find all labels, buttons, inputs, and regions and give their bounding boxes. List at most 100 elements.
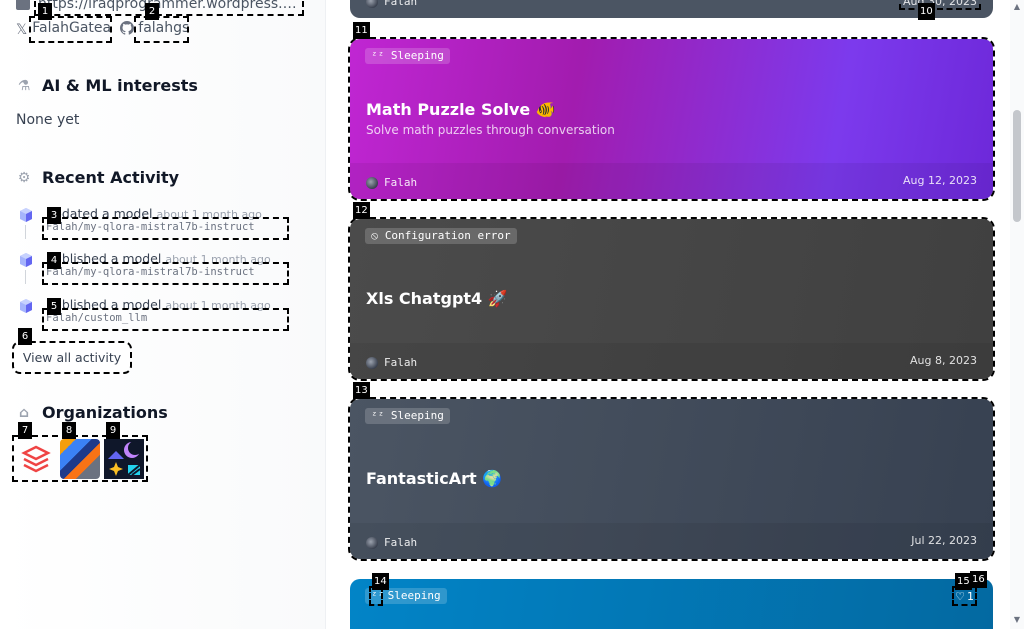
space-author-name: Falah xyxy=(384,176,418,189)
marker-1: 1 xyxy=(38,3,52,20)
marker-4: 4 xyxy=(47,252,61,269)
x-twitter-icon: 𝕏 xyxy=(16,21,28,38)
organizations-heading: ⌂ Organizations xyxy=(16,403,168,422)
scroll-thumb[interactable] xyxy=(1013,110,1021,222)
timeline-line xyxy=(25,225,26,239)
marker-13: 13 xyxy=(353,382,370,399)
profile-sidebar: https://iraqprogrammer.wordpress.com 1 2… xyxy=(0,0,326,629)
space-title: Xls Chatgpt4 🚀 xyxy=(366,289,508,308)
space-description: Solve math puzzles through conversation xyxy=(366,123,615,137)
activity-heading: ⚙ Recent Activity xyxy=(16,168,179,187)
space-author: Falah xyxy=(366,356,417,369)
space-author-name: Falah xyxy=(384,0,418,8)
space-footer xyxy=(350,343,993,379)
space-card[interactable]: ᶻᶻ Sleeping ♡ 1 xyxy=(350,579,993,629)
marker-9: 9 xyxy=(106,422,120,439)
sleeping-icon: ᶻᶻ xyxy=(369,586,385,606)
like-button[interactable]: ♡ 1 xyxy=(952,586,977,606)
building-icon: ⌂ xyxy=(18,404,30,421)
marker-7: 7 xyxy=(18,422,32,439)
space-title-text: Xls Chatgpt4 xyxy=(366,289,483,308)
space-author: Falah xyxy=(366,536,417,549)
org-avatar-night[interactable] xyxy=(102,437,146,480)
space-title: Math Puzzle Solve 🐠 xyxy=(366,100,556,119)
space-card[interactable]: ᶻᶻ Sleeping FantasticArt 🌍 Falah Jul 22,… xyxy=(348,397,995,561)
pixel-art-logo-icon xyxy=(60,438,100,479)
sleeping-icon: ᶻᶻ xyxy=(371,49,385,62)
scroll-down-icon[interactable]: ▼ xyxy=(1012,615,1022,625)
model-cube-icon xyxy=(20,299,32,313)
space-author: Falah xyxy=(366,176,417,189)
github-link[interactable]: falahgs xyxy=(134,16,189,43)
space-card[interactable]: ⦸ Configuration error Xls Chatgpt4 🚀 Fal… xyxy=(348,217,995,381)
space-author-name: Falah xyxy=(384,536,418,549)
space-emoji: 🌍 xyxy=(482,469,503,488)
space-status-text: Sleeping xyxy=(390,49,444,62)
interests-text: None yet xyxy=(16,112,80,128)
night-sky-logo-icon xyxy=(104,438,144,479)
space-date: Aug 12, 2023 xyxy=(903,174,977,187)
marker-2: 2 xyxy=(145,3,159,20)
author-avatar xyxy=(366,536,378,549)
view-all-activity-button[interactable]: View all activity xyxy=(12,341,132,374)
globe-icon xyxy=(16,0,30,10)
author-avatar xyxy=(366,356,378,369)
space-status-badge: ᶻᶻ Sleeping xyxy=(365,408,450,424)
space-status-badge: ᶻᶻ Sleeping xyxy=(365,48,450,64)
author-avatar xyxy=(366,0,378,8)
space-date: Aug 30, 2023 xyxy=(899,0,981,10)
marker-3: 3 xyxy=(47,207,61,224)
marker-5: 5 xyxy=(47,298,61,315)
sleeping-icon: ᶻᶻ xyxy=(371,409,385,422)
github-icon xyxy=(120,20,135,39)
activity-repo-link[interactable]: Falah/my-qlora-mistral7b-instruct xyxy=(42,217,289,240)
website-link-row: https://iraqprogrammer.wordpress.com xyxy=(16,0,304,16)
organizations-list xyxy=(12,435,148,482)
marker-11: 11 xyxy=(353,22,370,39)
like-count: 1 xyxy=(967,589,974,603)
space-title-text: FantasticArt xyxy=(366,469,477,488)
organizations-title: Organizations xyxy=(42,403,168,422)
model-cube-icon xyxy=(20,208,32,222)
space-date: Jul 22, 2023 xyxy=(911,534,977,547)
space-status-text: Sleeping xyxy=(387,589,441,602)
website-link[interactable]: https://iraqprogrammer.wordpress.com xyxy=(34,0,304,16)
marker-14: 14 xyxy=(372,573,389,590)
space-title: FantasticArt 🌍 xyxy=(366,469,502,488)
marker-6: 6 xyxy=(18,328,32,345)
activity-title: Recent Activity xyxy=(42,168,180,187)
page-scrollbar[interactable]: ▲ ▼ xyxy=(1010,0,1024,629)
space-author-name: Falah xyxy=(384,356,418,369)
interests-title: AI & ML interests xyxy=(42,76,198,95)
error-icon: ⦸ xyxy=(371,229,379,242)
timeline-line xyxy=(25,270,26,284)
marker-8: 8 xyxy=(62,422,76,439)
space-status-badge: ⦸ Configuration error xyxy=(365,228,517,244)
space-status-text: Configuration error xyxy=(384,229,511,242)
space-status-text: Sleeping xyxy=(390,409,444,422)
org-avatar-pixel-art[interactable] xyxy=(58,437,102,480)
space-emoji: 🐠 xyxy=(535,100,556,119)
org-avatar-layers[interactable] xyxy=(14,437,58,480)
layers-logo-icon xyxy=(21,445,51,472)
marker-12: 12 xyxy=(353,202,370,219)
space-date: Aug 8, 2023 xyxy=(910,354,977,367)
space-emoji: 🚀 xyxy=(487,289,508,308)
space-footer xyxy=(350,163,993,199)
author-avatar xyxy=(366,176,378,189)
scroll-up-icon[interactable]: ▲ xyxy=(1012,2,1022,12)
space-card[interactable]: ᶻᶻ Sleeping Math Puzzle Solve 🐠 Solve ma… xyxy=(348,37,995,201)
activity-repo-link[interactable]: Falah/custom_llm xyxy=(42,308,289,331)
twitter-link[interactable]: FalahGatea xyxy=(29,16,113,43)
space-author: Falah xyxy=(366,0,417,8)
space-title-text: Math Puzzle Solve xyxy=(366,100,531,119)
heart-icon: ♡ xyxy=(955,589,965,603)
marker-16: 16 xyxy=(970,571,987,588)
space-status-badge: ᶻᶻ Sleeping xyxy=(365,586,447,606)
space-footer xyxy=(350,523,993,559)
interests-heading: ⚗ AI & ML interests xyxy=(16,76,198,95)
model-cube-icon xyxy=(20,253,32,267)
activity-repo-link[interactable]: Falah/my-qlora-mistral7b-instruct xyxy=(42,262,289,285)
activity-icon: ⚙ xyxy=(17,169,31,186)
space-card[interactable]: Falah Aug 30, 2023 xyxy=(350,0,993,18)
